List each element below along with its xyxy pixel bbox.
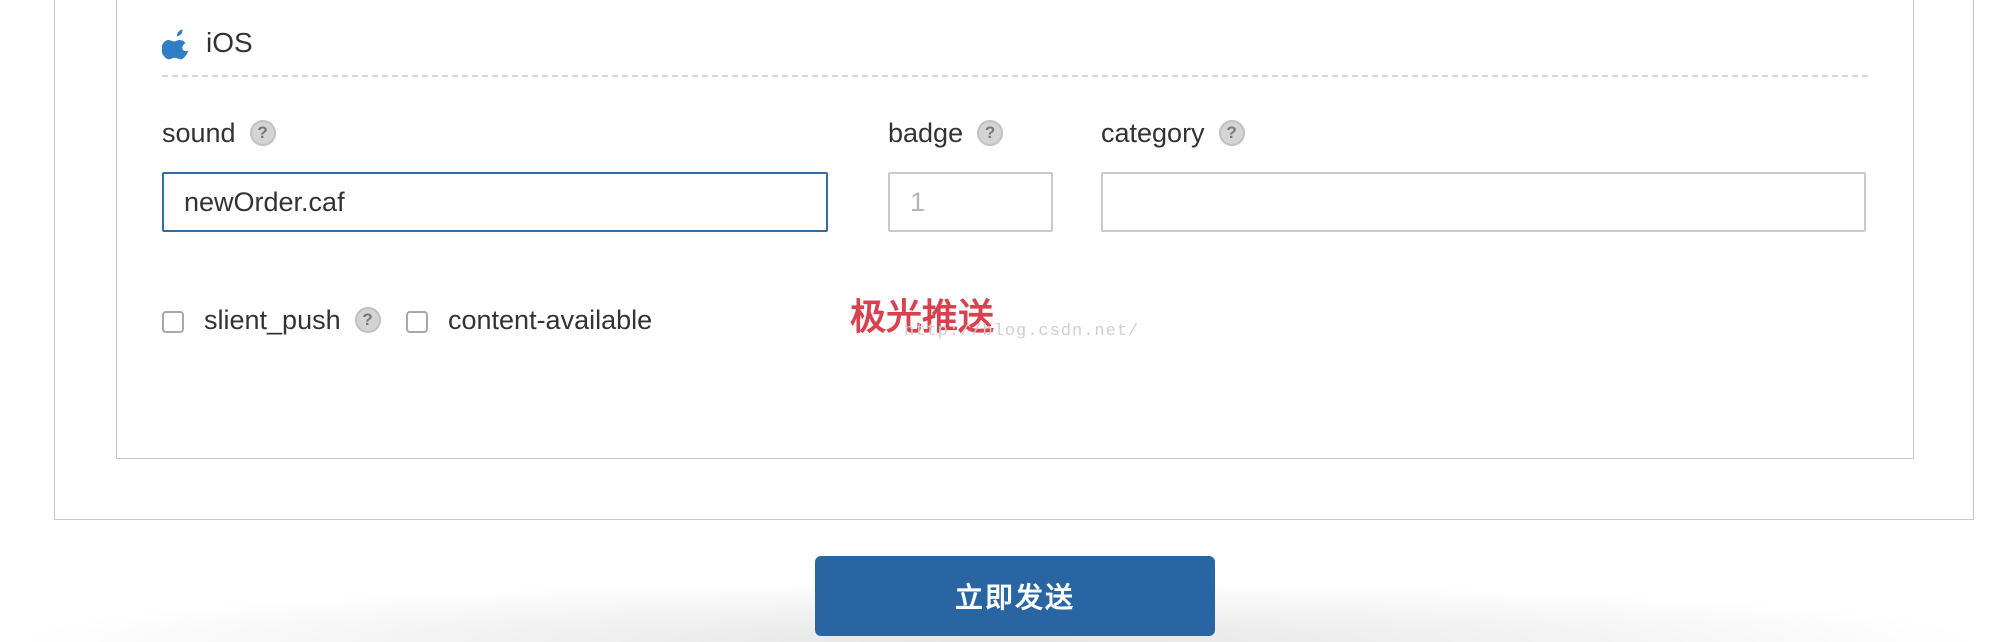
badge-help-icon[interactable]: ?	[977, 120, 1004, 146]
sound-label: sound ?	[162, 114, 276, 152]
silent-push-option[interactable]: slient_push ?	[162, 300, 381, 340]
platform-title: iOS	[206, 27, 253, 58]
section-divider	[162, 75, 1868, 77]
content-available-label[interactable]: content-available	[448, 305, 652, 336]
content-available-option[interactable]: content-available	[406, 300, 652, 340]
silent-push-help-icon[interactable]: ?	[354, 307, 381, 333]
send-now-button[interactable]: 立即发送	[815, 556, 1215, 636]
badge-label: badge ?	[888, 114, 1004, 152]
category-label-text: category	[1101, 117, 1205, 148]
silent-push-label[interactable]: slient_push	[204, 305, 341, 336]
apple-icon	[162, 29, 189, 60]
silent-push-checkbox[interactable]	[162, 311, 184, 333]
category-help-icon[interactable]: ?	[1218, 120, 1245, 146]
badge-input[interactable]	[888, 172, 1053, 232]
watermark-url: http://blog.csdn.net/	[904, 322, 1140, 341]
sound-input[interactable]	[162, 172, 828, 232]
sound-label-text: sound	[162, 117, 236, 148]
sound-help-icon[interactable]: ?	[249, 120, 276, 146]
badge-label-text: badge	[888, 117, 964, 148]
content-available-checkbox[interactable]	[406, 311, 428, 333]
category-label: category ?	[1101, 114, 1245, 152]
ios-section-header: iOS	[162, 22, 253, 64]
category-input[interactable]	[1101, 172, 1866, 232]
